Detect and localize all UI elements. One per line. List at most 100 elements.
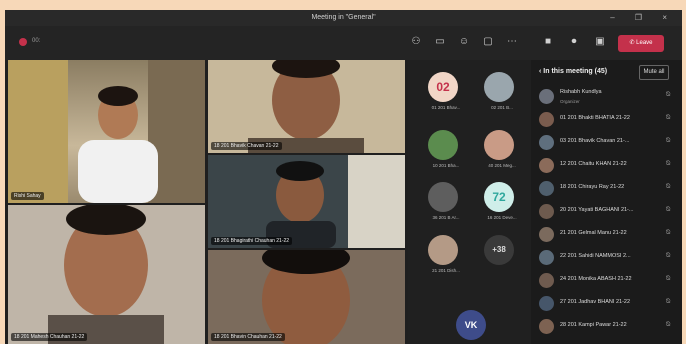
participant-tile[interactable]: 02 01 201 Bhav... (418, 72, 466, 118)
participant-video (8, 60, 205, 203)
participant-row[interactable]: 03 201 Bhavik Chavan 21-... ⍉ (539, 132, 679, 154)
avatar (539, 89, 554, 104)
avatar (539, 181, 554, 196)
participant-gallery: 02 01 201 Bhav... 02 201 B... 10 201 Bha… (408, 60, 531, 344)
participant-row[interactable]: 22 201 Sahidi NAMMOSI 2... ⍉ (539, 247, 679, 269)
leave-button[interactable]: ✆ Leave (618, 35, 664, 52)
avatar (539, 158, 554, 173)
participants-count: In this meeting (45) (543, 68, 608, 75)
chat-icon[interactable]: ▭ (433, 36, 447, 48)
reactions-icon[interactable]: ☺ (457, 36, 471, 48)
participant-name: 18 201 Bhavik Chavan 21-22 (211, 142, 282, 150)
participant-tile[interactable]: 02 201 B... (474, 72, 522, 118)
participant-label: 02 201 B... (491, 105, 513, 110)
avatar (539, 112, 554, 127)
participant-tile[interactable]: 72 16 201 Deve... (474, 182, 522, 228)
more-actions-icon[interactable]: ⋯ (505, 36, 519, 48)
mic-off-icon: ⍉ (666, 183, 671, 190)
video-tile[interactable]: 18 201 Mahesh Chauhan 21-22 (8, 205, 205, 344)
overflow-count: +38 (484, 235, 514, 265)
avatar (539, 227, 554, 242)
participant-name: 20 201 Yayati BAGHANI 21-... (560, 207, 634, 213)
mic-off-icon: ⍉ (666, 275, 671, 282)
leave-label: Leave (636, 40, 653, 46)
avatar (539, 296, 554, 311)
participant-video (8, 205, 205, 344)
participant-video (208, 250, 405, 344)
share-icon[interactable]: ▣ (593, 36, 607, 48)
participant-row[interactable]: 21 201 Gelmal Manu 21-22 ⍉ (539, 224, 679, 246)
meeting-window: Meeting in "General" – ❐ × 00: ⚇ ▭ ☺ ▢ ⋯… (5, 10, 682, 344)
avatar: 02 (428, 72, 458, 102)
title-bar: Meeting in "General" – ❐ × (5, 10, 682, 26)
avatar (484, 72, 514, 102)
participant-label: 21 201 Dish... (432, 268, 460, 273)
meeting-timer: 00: (32, 38, 41, 44)
avatar (428, 130, 458, 160)
avatar (539, 319, 554, 334)
recording-icon (19, 38, 27, 46)
mic-off-icon: ⍉ (666, 321, 671, 328)
participant-tile[interactable]: 40 201 Meg... (474, 130, 522, 176)
participant-name: 18 201 Chirayu Ray 21-22 (560, 184, 625, 190)
mic-off-icon: ⍉ (666, 252, 671, 259)
people-icon[interactable]: ⚇ (409, 36, 423, 48)
participant-row[interactable]: 01 201 Bhakti BHATIA 21-22 ⍉ (539, 109, 679, 131)
share-tray-icon[interactable]: ▢ (481, 36, 495, 48)
self-view-tile[interactable]: VK (446, 310, 494, 344)
participant-role: Organizer (560, 99, 580, 104)
mic-off-icon: ⍉ (666, 91, 671, 98)
participant-row[interactable]: 24 201 Monika ABASH 21-22 ⍉ (539, 270, 679, 292)
self-avatar: VK (456, 310, 486, 340)
participants-header[interactable]: ‹ In this meeting (45) (539, 68, 607, 75)
avatar (539, 250, 554, 265)
participant-name: Rishi Sahay (11, 192, 44, 200)
avatar (484, 130, 514, 160)
participant-name: 22 201 Sahidi NAMMOSI 2... (560, 253, 631, 259)
mic-off-icon: ⍉ (666, 298, 671, 305)
participant-label: 36 201 B Ar... (432, 215, 460, 220)
participant-name: 27 201 Jadhav BHANI 21-22 (560, 299, 631, 305)
meeting-toolbar: 00: ⚇ ▭ ☺ ▢ ⋯ ■ ⏺ ▣ ✆ Leave (5, 26, 682, 60)
participant-tile[interactable]: 10 201 Bha... (418, 130, 466, 176)
participant-row[interactable]: 28 201 Kampi Pawar 21-22 ⍉ (539, 316, 679, 338)
participant-name: 18 201 Mahesh Chauhan 21-22 (11, 333, 88, 341)
avatar (539, 273, 554, 288)
mic-icon[interactable]: ⏺ (567, 36, 581, 48)
mic-off-icon: ⍉ (666, 114, 671, 121)
participant-row[interactable]: 12 201 Chaitu KHAN 21-22 ⍉ (539, 155, 679, 177)
participant-name: 03 201 Bhavik Chavan 21-... (560, 138, 630, 144)
window-controls[interactable]: – ❐ × (610, 13, 676, 22)
participant-label: 16 201 Deve... (487, 215, 517, 220)
participant-video (208, 155, 405, 248)
participants-pane: ‹ In this meeting (45) Mute all Rishabh … (531, 60, 682, 344)
more-participants[interactable]: +38 (474, 235, 522, 281)
participant-name: 18 201 Bhavin Chauhan 21-22 (211, 333, 285, 341)
video-tile[interactable]: 18 201 Bhavik Chavan 21-22 (208, 60, 405, 153)
participant-tile[interactable]: 36 201 B Ar... (418, 182, 466, 228)
participant-row[interactable]: 20 201 Yayati BAGHANI 21-... ⍉ (539, 201, 679, 223)
mute-all-button[interactable]: Mute all (639, 65, 669, 80)
participant-name: 28 201 Kampi Pawar 21-22 (560, 322, 627, 328)
video-tile[interactable]: Rishi Sahay (8, 60, 205, 203)
participant-name: 01 201 Bhakti BHATIA 21-22 (560, 115, 630, 121)
mic-off-icon: ⍉ (666, 160, 671, 167)
avatar (539, 135, 554, 150)
video-tile[interactable]: 18 201 Bhagirathi Chauhan 21-22 (208, 155, 405, 248)
participant-name: 12 201 Chaitu KHAN 21-22 (560, 161, 627, 167)
avatar (428, 235, 458, 265)
participant-name: 24 201 Monika ABASH 21-22 (560, 276, 632, 282)
participant-label: 40 201 Meg... (488, 163, 516, 168)
participant-label: 10 201 Bha... (432, 163, 460, 168)
participant-row[interactable]: 18 201 Chirayu Ray 21-22 ⍉ (539, 178, 679, 200)
mic-off-icon: ⍉ (666, 206, 671, 213)
avatar (428, 182, 458, 212)
participant-video (208, 60, 405, 153)
avatar (539, 204, 554, 219)
participant-tile[interactable]: 21 201 Dish... (418, 235, 466, 281)
camera-icon[interactable]: ■ (541, 36, 555, 48)
video-tile[interactable]: 18 201 Bhavin Chauhan 21-22 (208, 250, 405, 344)
participant-row[interactable]: 27 201 Jadhav BHANI 21-22 ⍉ (539, 293, 679, 315)
participant-row[interactable]: Rishabh Kundlya Organizer ⍉ (539, 86, 679, 108)
window-title: Meeting in "General" (311, 14, 376, 21)
